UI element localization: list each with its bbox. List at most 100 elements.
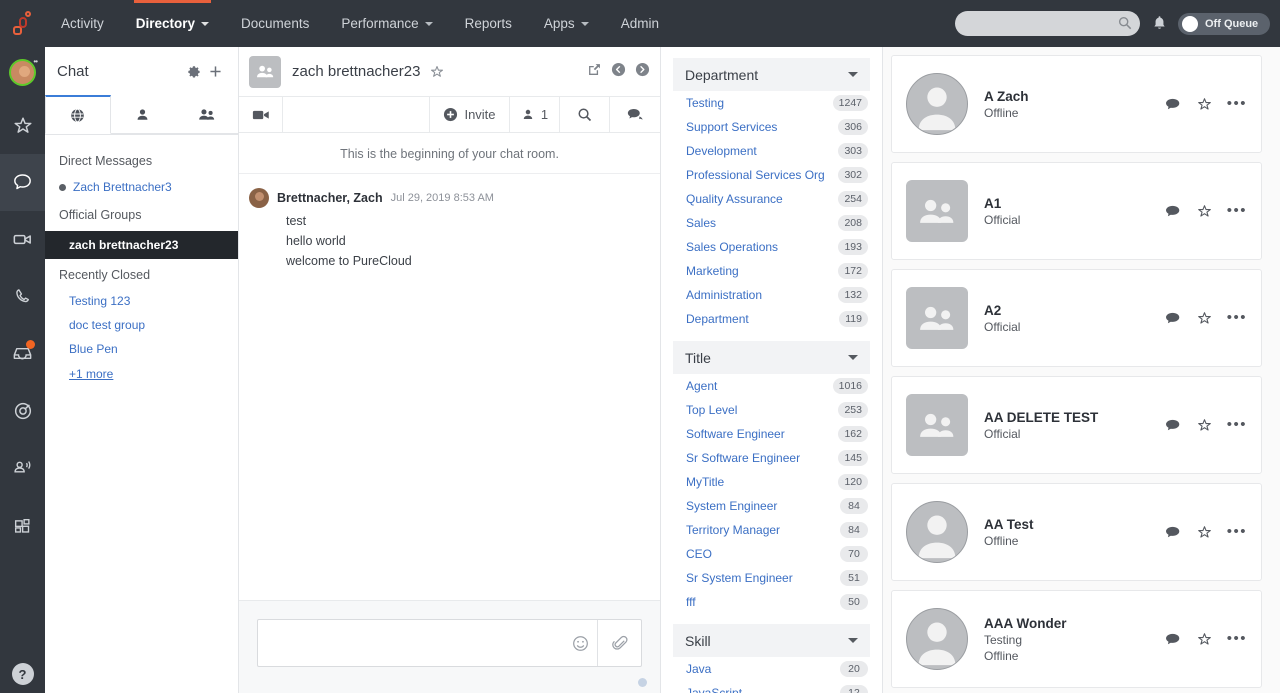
filter-row-administration[interactable]: Administration 132 — [673, 283, 870, 307]
star-outline-icon[interactable] — [1196, 310, 1213, 327]
popout-icon[interactable] — [587, 62, 602, 82]
more-dots-icon[interactable]: ••• — [1227, 631, 1247, 646]
rail-item-apps[interactable] — [0, 496, 45, 553]
filter-row-javascript[interactable]: JavaScript 12 — [673, 681, 870, 693]
queue-status-toggle[interactable]: Off Queue — [1178, 12, 1270, 35]
star-outline-icon[interactable] — [1196, 203, 1213, 220]
chat-list-item-zach-brettnacher3[interactable]: Zach Brettnacher3 — [45, 175, 238, 199]
notification-bell-icon[interactable] — [1150, 14, 1168, 34]
filter-row-quality-assurance[interactable]: Quality Assurance 254 — [673, 187, 870, 211]
nav-item-documents[interactable]: Documents — [225, 0, 325, 47]
filter-row-agent[interactable]: Agent 1016 — [673, 374, 870, 398]
plus-icon[interactable] — [204, 60, 226, 82]
chat-list-item-testing-123[interactable]: Testing 123 — [45, 289, 238, 313]
chat-bubble-icon[interactable] — [1165, 311, 1182, 326]
star-outline-icon[interactable] — [1196, 631, 1213, 648]
directory-card[interactable]: A1 Official ••• — [891, 162, 1262, 260]
chat-bubble-icon[interactable] — [1165, 525, 1182, 540]
card-actions: ••• — [1165, 96, 1247, 113]
paperclip-icon[interactable] — [597, 620, 641, 666]
filter-header-skill[interactable]: Skill — [673, 624, 870, 657]
global-search[interactable] — [955, 11, 1140, 36]
search-messages-button[interactable] — [560, 97, 610, 132]
tab-group-chats[interactable] — [174, 95, 239, 134]
back-circle-icon[interactable] — [611, 62, 626, 82]
filter-row-system-engineer[interactable]: System Engineer 84 — [673, 494, 870, 518]
filter-row-sales[interactable]: Sales 208 — [673, 211, 870, 235]
filter-row-professional-services-org[interactable]: Professional Services Org 302 — [673, 163, 870, 187]
chat-bubble-icon[interactable] — [1165, 204, 1182, 219]
filter-row-java[interactable]: Java 20 — [673, 657, 870, 681]
video-call-button[interactable] — [239, 97, 283, 132]
nav-item-apps[interactable]: Apps — [528, 0, 605, 47]
composer-box[interactable] — [257, 619, 642, 667]
participants-button[interactable]: 1 — [510, 97, 560, 132]
star-outline-icon[interactable] — [1196, 417, 1213, 434]
smiley-icon[interactable] — [563, 635, 597, 652]
directory-card[interactable]: AAA Wonder Testing Offline ••• — [891, 590, 1262, 688]
resize-handle[interactable] — [638, 678, 647, 687]
rail-item-user-avatar[interactable]: •• — [0, 47, 45, 97]
more-dots-icon[interactable]: ••• — [1227, 524, 1247, 539]
directory-results-list[interactable]: A Zach Offline ••• A1 Official ••• A2 Of… — [883, 47, 1280, 693]
filter-row-testing[interactable]: Testing 1247 — [673, 91, 870, 115]
nav-item-activity[interactable]: Activity — [45, 0, 120, 47]
rail-item-favorites[interactable] — [0, 97, 45, 154]
directory-card[interactable]: AA Test Offline ••• — [891, 483, 1262, 581]
invite-button[interactable]: Invite — [430, 97, 510, 132]
star-outline-icon[interactable] — [1196, 524, 1213, 541]
more-dots-icon[interactable]: ••• — [1227, 417, 1247, 432]
filter-header-title[interactable]: Title — [673, 341, 870, 374]
chat-list-item-doc-test-group[interactable]: doc test group — [45, 313, 238, 337]
filter-row-territory-manager[interactable]: Territory Manager 84 — [673, 518, 870, 542]
filter-row-sales-operations[interactable]: Sales Operations 193 — [673, 235, 870, 259]
more-dots-icon[interactable]: ••• — [1227, 203, 1247, 218]
filter-row-development[interactable]: Development 303 — [673, 139, 870, 163]
chat-bubble-icon[interactable] — [1165, 97, 1182, 112]
filter-row-mytitle[interactable]: MyTitle 120 — [673, 470, 870, 494]
more-dots-icon[interactable]: ••• — [1227, 96, 1247, 111]
directory-card[interactable]: AA DELETE TEST Official ••• — [891, 376, 1262, 474]
rail-item-chat[interactable] — [0, 154, 45, 211]
rail-item-calls[interactable] — [0, 268, 45, 325]
chat-panel-list[interactable]: Direct Messages Zach Brettnacher3 Offici… — [45, 135, 238, 693]
star-outline-icon[interactable] — [1196, 96, 1213, 113]
nav-item-admin[interactable]: Admin — [605, 0, 675, 47]
help-icon[interactable]: ? — [11, 663, 34, 685]
directory-card[interactable]: A2 Official ••• — [891, 269, 1262, 367]
filter-row-marketing[interactable]: Marketing 172 — [673, 259, 870, 283]
chat-room-header-actions — [587, 62, 650, 82]
more-dots-icon[interactable]: ••• — [1227, 310, 1247, 325]
chat-mode-button[interactable] — [610, 97, 660, 132]
directory-card[interactable]: A Zach Offline ••• — [891, 55, 1262, 153]
filter-row-top-level[interactable]: Top Level 253 — [673, 398, 870, 422]
filter-row-sr-software-engineer[interactable]: Sr Software Engineer 145 — [673, 446, 870, 470]
search-input[interactable] — [967, 16, 1114, 31]
filter-row-support-services[interactable]: Support Services 306 — [673, 115, 870, 139]
filter-row-sr-system-engineer[interactable]: Sr System Engineer 51 — [673, 566, 870, 590]
filter-header-department[interactable]: Department — [673, 58, 870, 91]
filter-row-fff[interactable]: fff 50 — [673, 590, 870, 614]
rail-item-lifeline[interactable] — [0, 382, 45, 439]
filter-row-software-engineer[interactable]: Software Engineer 162 — [673, 422, 870, 446]
nav-item-performance[interactable]: Performance — [325, 0, 448, 47]
nav-item-reports[interactable]: Reports — [449, 0, 528, 47]
chat-list-item-zach-brettnacher23[interactable]: zach brettnacher23 — [45, 231, 238, 259]
show-more-link[interactable]: +1 more — [45, 361, 238, 387]
star-outline-icon[interactable] — [429, 64, 445, 80]
chat-bubble-icon[interactable] — [1165, 632, 1182, 647]
filter-row-department[interactable]: Department 119 — [673, 307, 870, 331]
filter-row-ceo[interactable]: CEO 70 — [673, 542, 870, 566]
rail-item-video[interactable] — [0, 211, 45, 268]
genesys-logo[interactable] — [0, 0, 45, 47]
tab-direct-chats[interactable] — [110, 95, 175, 134]
rail-item-voicemail[interactable] — [0, 439, 45, 496]
tab-all-chats[interactable] — [45, 95, 111, 134]
chat-bubble-icon[interactable] — [1165, 418, 1182, 433]
nav-item-directory[interactable]: Directory — [120, 0, 225, 47]
gear-icon[interactable] — [182, 60, 204, 82]
rail-item-inbox[interactable] — [0, 325, 45, 382]
message-input[interactable] — [258, 635, 563, 651]
forward-circle-icon[interactable] — [635, 62, 650, 82]
chat-list-item-blue-pen[interactable]: Blue Pen — [45, 337, 238, 361]
